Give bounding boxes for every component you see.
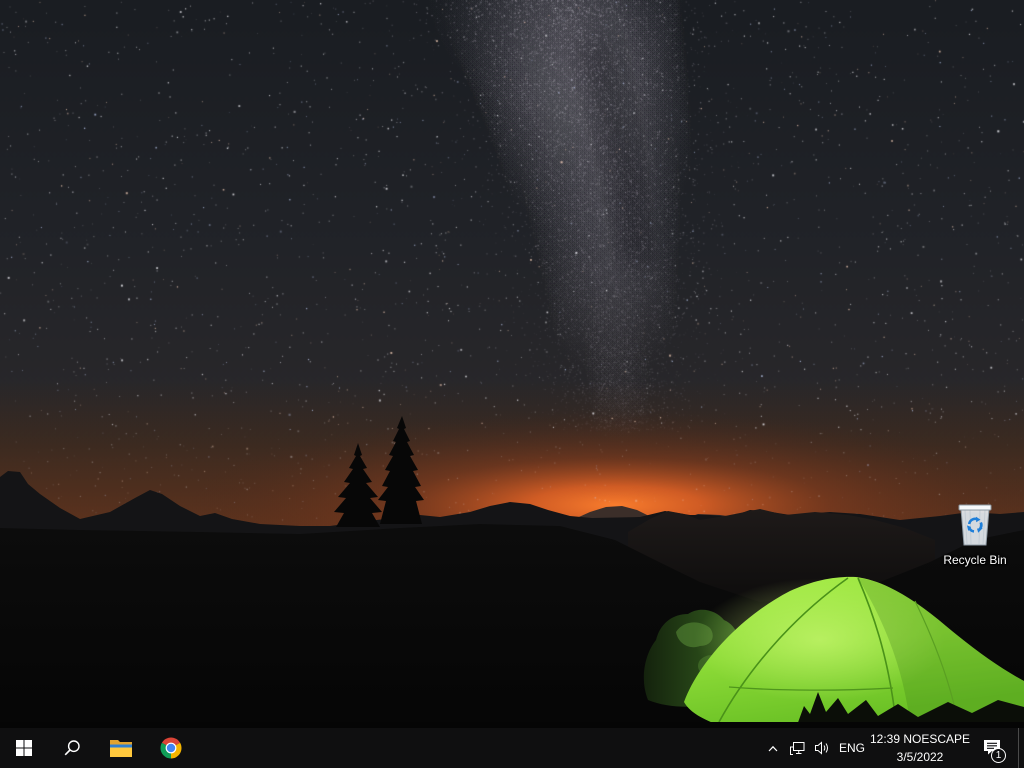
logo-pane-tr [24, 740, 32, 748]
recycle-bin-icon [958, 504, 992, 546]
clock-button[interactable]: 12:39 NOESCAPE 3/5/2022 [869, 728, 971, 768]
logo-pane-tl [16, 740, 24, 748]
search-handle [64, 749, 71, 756]
notification-badge: 1 [991, 748, 1006, 763]
chevron-up-icon [768, 745, 778, 751]
speaker-wave-1 [823, 745, 826, 751]
taskbar-app-file-explorer[interactable] [96, 728, 146, 768]
chevron-stroke [768, 745, 778, 751]
volume-icon [815, 741, 828, 755]
search-icon [64, 740, 80, 756]
input-language-label: ENG [838, 741, 865, 755]
folder-band [110, 744, 132, 748]
speaker-body [815, 741, 822, 755]
bin-rim [958, 504, 992, 511]
folder-front [110, 747, 132, 757]
file-explorer-icon [110, 740, 132, 757]
network-status-button[interactable] [785, 728, 809, 768]
logo-pane-br [24, 748, 32, 756]
chrome-center [166, 743, 176, 753]
pine-tree-left [334, 443, 382, 527]
search-button[interactable] [48, 728, 96, 768]
show-desktop-button[interactable] [1018, 728, 1024, 768]
windows-logo-icon [16, 740, 32, 756]
speaker-wave-2 [825, 743, 828, 753]
network-monitor [793, 742, 805, 751]
desktop-icon-recycle-bin[interactable]: Recycle Bin [937, 501, 1013, 573]
taskbar-app-chrome[interactable] [146, 728, 196, 768]
network-icon [790, 742, 805, 755]
desktop-icon-label: Recycle Bin [943, 553, 1007, 567]
wallpaper-landscape [0, 416, 1024, 768]
volume-button[interactable] [810, 728, 834, 768]
start-button[interactable] [0, 728, 48, 768]
clock-time: 12:39 NOESCAPE [869, 732, 971, 746]
input-language-button[interactable]: ENG [836, 728, 868, 768]
clock-date: 3/5/2022 [896, 750, 944, 764]
chrome-icon [160, 737, 182, 759]
desktop[interactable]: Recycle Bin [0, 0, 1024, 768]
logo-pane-bl [16, 748, 24, 756]
show-hidden-icons-button[interactable] [761, 728, 785, 768]
taskbar: ENG 12:39 NOESCAPE 3/5/2022 1 [0, 728, 1024, 768]
action-center-button[interactable]: 1 [968, 728, 1016, 768]
search-lens [67, 740, 80, 753]
pine-tree-right [378, 416, 424, 524]
